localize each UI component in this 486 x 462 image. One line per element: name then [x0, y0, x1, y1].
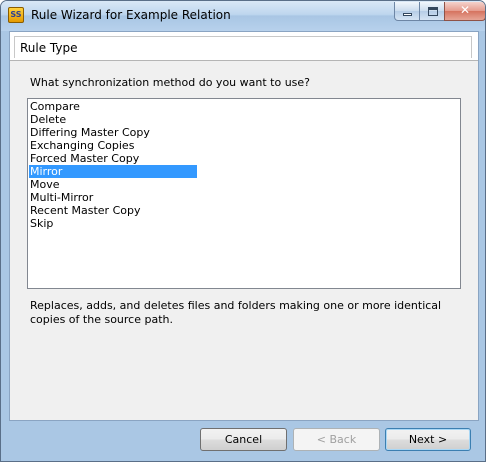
method-description: Replaces, adds, and deletes files and fo… — [30, 299, 442, 326]
list-item[interactable]: Recent Master Copy — [29, 204, 197, 217]
window-title: Rule Wizard for Example Relation — [31, 8, 231, 22]
wizard-content: Rule Type What synchronization method do… — [9, 31, 479, 421]
header-band: Rule Type — [10, 32, 478, 61]
back-button[interactable]: < Back — [293, 428, 380, 451]
list-item[interactable]: Compare — [29, 100, 197, 113]
method-prompt: What synchronization method do you want … — [30, 76, 311, 89]
list-item[interactable]: Exchanging Copies — [29, 139, 197, 152]
maximize-button[interactable] — [419, 2, 445, 21]
list-item[interactable]: Skip — [29, 217, 197, 230]
button-bar: Cancel < Back Next > — [9, 420, 477, 461]
page-title: Rule Type — [20, 41, 78, 55]
list-item[interactable]: Move — [29, 178, 197, 191]
method-listbox[interactable]: Compare Delete Differing Master Copy Exchan… — [27, 98, 461, 289]
minimize-button[interactable] — [394, 2, 420, 21]
list-item[interactable]: Delete — [29, 113, 197, 126]
close-button[interactable] — [444, 2, 485, 21]
header-box: Rule Type — [14, 36, 472, 58]
next-button[interactable]: Next > — [385, 428, 471, 451]
list-item[interactable]: Multi-Mirror — [29, 191, 197, 204]
list-item[interactable]: Differing Master Copy — [29, 126, 197, 139]
wizard-window: SS Rule Wizard for Example Relation Rule… — [0, 0, 486, 462]
list-item[interactable]: Mirror — [29, 165, 197, 178]
app-icon: SS — [8, 7, 24, 23]
title-bar[interactable]: SS Rule Wizard for Example Relation — [1, 1, 485, 31]
list-item[interactable]: Forced Master Copy — [29, 152, 197, 165]
cancel-button[interactable]: Cancel — [200, 428, 287, 451]
